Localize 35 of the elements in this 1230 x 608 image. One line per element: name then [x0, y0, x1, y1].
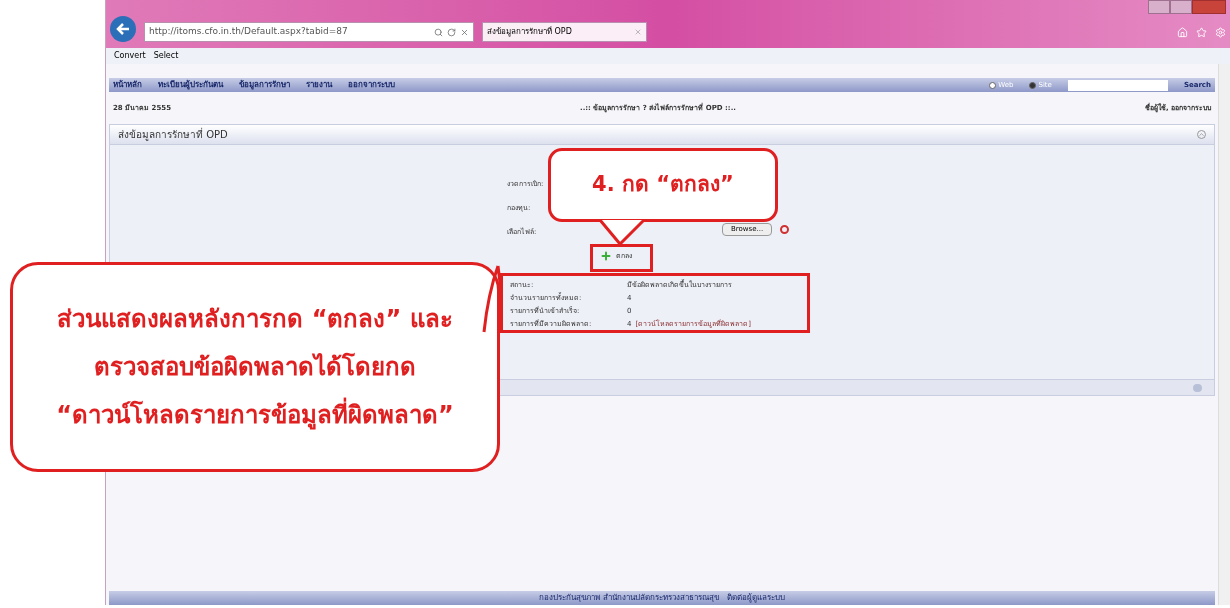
settings-icon[interactable]: [1215, 27, 1226, 38]
menu-item[interactable]: ออกจากระบบ: [348, 79, 395, 91]
menu-item[interactable]: รายงาน: [306, 79, 332, 91]
callout-text: ส่วนแสดงผลหลังการกด “ตกลง” และ: [57, 304, 453, 334]
command-button[interactable]: Select: [153, 50, 179, 62]
collapse-icon[interactable]: [1197, 130, 1206, 139]
close-icon[interactable]: [460, 27, 469, 37]
back-arrow-icon: [116, 23, 130, 35]
page-icon: [1193, 383, 1202, 392]
remove-icon[interactable]: [780, 224, 790, 234]
back-button[interactable]: [110, 16, 136, 42]
address-text: http://itoms.cfo.in.th/Default.aspx?tabid=87: [149, 25, 349, 39]
maximize-button[interactable]: [1170, 0, 1192, 14]
minimize-button[interactable]: [1148, 0, 1170, 14]
address-field[interactable]: http://itoms.cfo.in.th/Default.aspx?tabid=87: [144, 22, 474, 42]
radio-button[interactable]: [989, 81, 997, 89]
browser-tab[interactable]: ส่งข้อมูลการรักษาที่ OPD: [482, 22, 647, 42]
panel-title: ส่งข้อมูลการรักษาที่ OPD: [118, 127, 229, 142]
menu-item[interactable]: ทะเบียนผู้ประกันตน: [158, 79, 223, 91]
close-icon[interactable]: [634, 28, 642, 36]
home-icon[interactable]: [1177, 27, 1188, 38]
plus-icon: [600, 250, 612, 262]
search-field[interactable]: [1067, 79, 1168, 91]
refresh-icon[interactable]: [447, 27, 456, 37]
callout-text: ตรวจสอบข้อผิดพลาดได้โดยกด: [94, 352, 416, 382]
search-icon[interactable]: [434, 27, 443, 37]
close-button[interactable]: [1192, 0, 1226, 14]
radio-button[interactable]: [1029, 81, 1037, 89]
footer-text: กองประกันสุขภาพ สำนักงานปลัดกระทรวงสาธารณสุข ติดต่อผู้ดูแลระบบ: [539, 592, 785, 604]
command-button[interactable]: Convert: [114, 50, 146, 62]
menu-item[interactable]: ข้อมูลการรักษา: [239, 79, 290, 91]
star-icon[interactable]: [1196, 27, 1207, 38]
tab-title: ส่งข้อมูลการรักษาที่ OPD: [487, 26, 573, 38]
callout-text: 4. กด “ตกลง”: [592, 171, 734, 199]
menu-item[interactable]: หน้าหลัก: [113, 79, 142, 91]
